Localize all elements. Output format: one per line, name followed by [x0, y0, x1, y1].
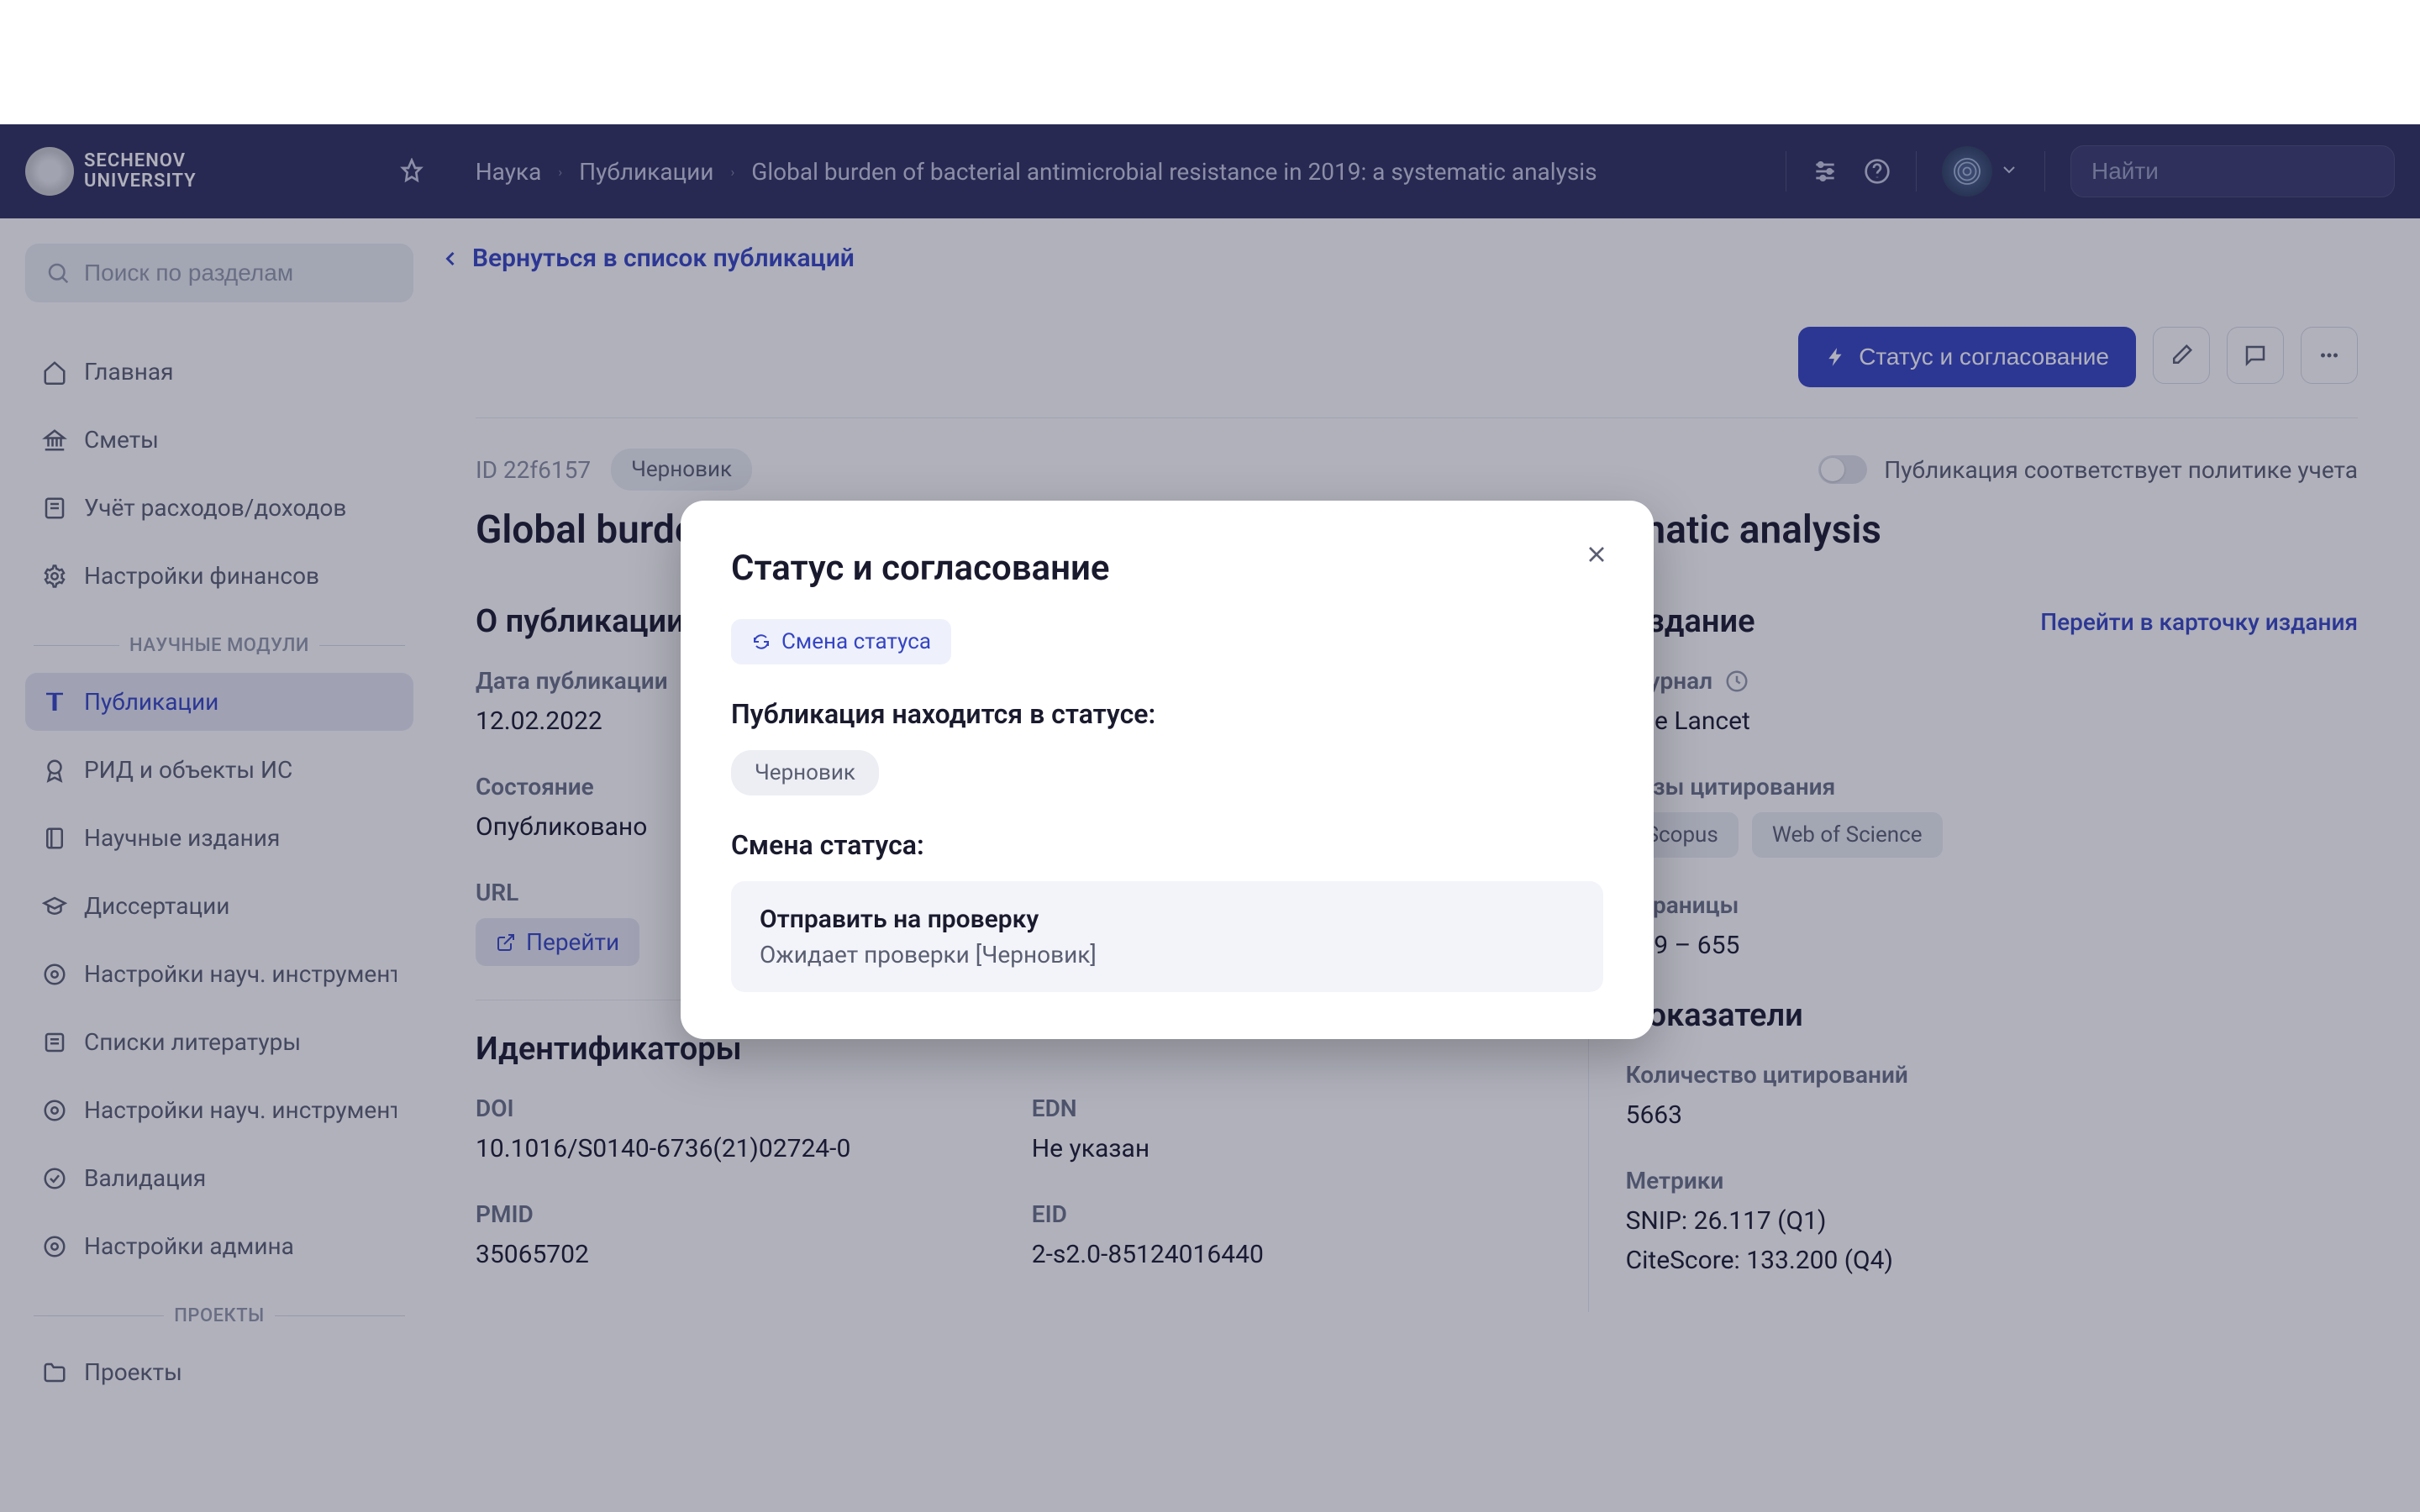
refresh-icon: [751, 632, 771, 652]
status-option[interactable]: Отправить на проверку Ожидает проверки […: [731, 881, 1603, 992]
option-title: Отправить на проверку: [760, 905, 1575, 934]
modal-subheading: Смена статуса:: [731, 829, 1603, 861]
close-icon: [1583, 541, 1610, 568]
current-status-badge: Черновик: [731, 750, 879, 795]
change-status-pill[interactable]: Смена статуса: [731, 619, 951, 664]
option-subtitle: Ожидает проверки [Черновик]: [760, 941, 1575, 969]
status-modal: Статус и согласование Смена статуса Публ…: [681, 501, 1654, 1039]
modal-subheading: Публикация находится в статусе:: [731, 698, 1603, 730]
close-button[interactable]: [1583, 541, 1610, 571]
modal-title: Статус и согласование: [731, 548, 1603, 589]
